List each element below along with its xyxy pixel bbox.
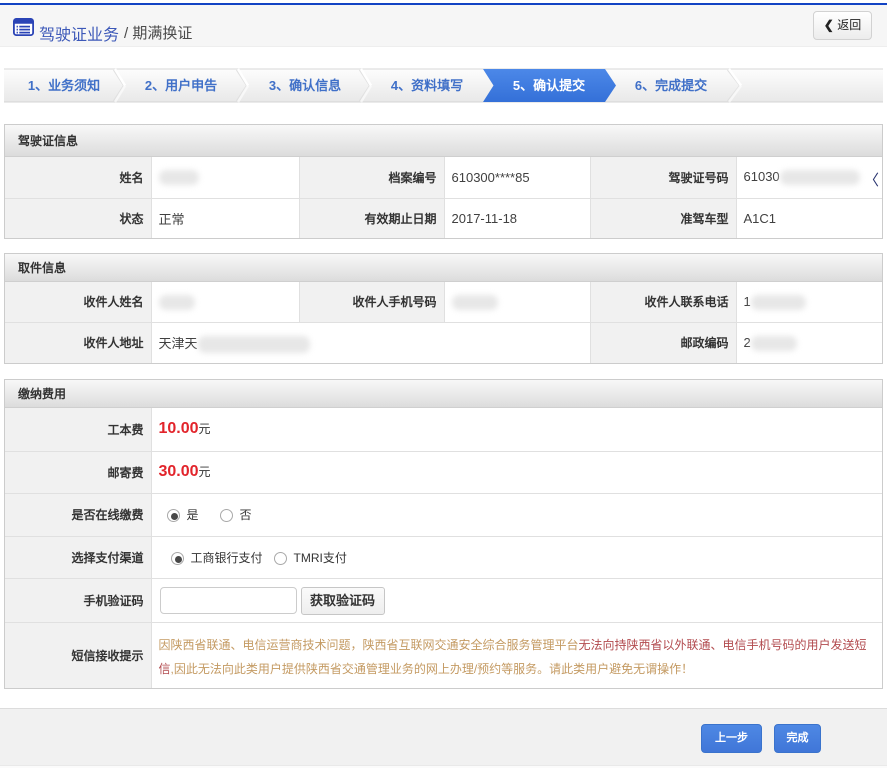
svg-text:6、完成提交: 6、完成提交	[635, 78, 707, 93]
svg-text:2、用户申告: 2、用户申告	[145, 78, 217, 93]
svg-text:5、确认提交: 5、确认提交	[513, 78, 585, 93]
svg-text:1、业务须知: 1、业务须知	[28, 78, 100, 93]
svg-text:4、资料填写: 4、资料填写	[391, 78, 463, 93]
svg-text:3、确认信息: 3、确认信息	[269, 78, 341, 93]
